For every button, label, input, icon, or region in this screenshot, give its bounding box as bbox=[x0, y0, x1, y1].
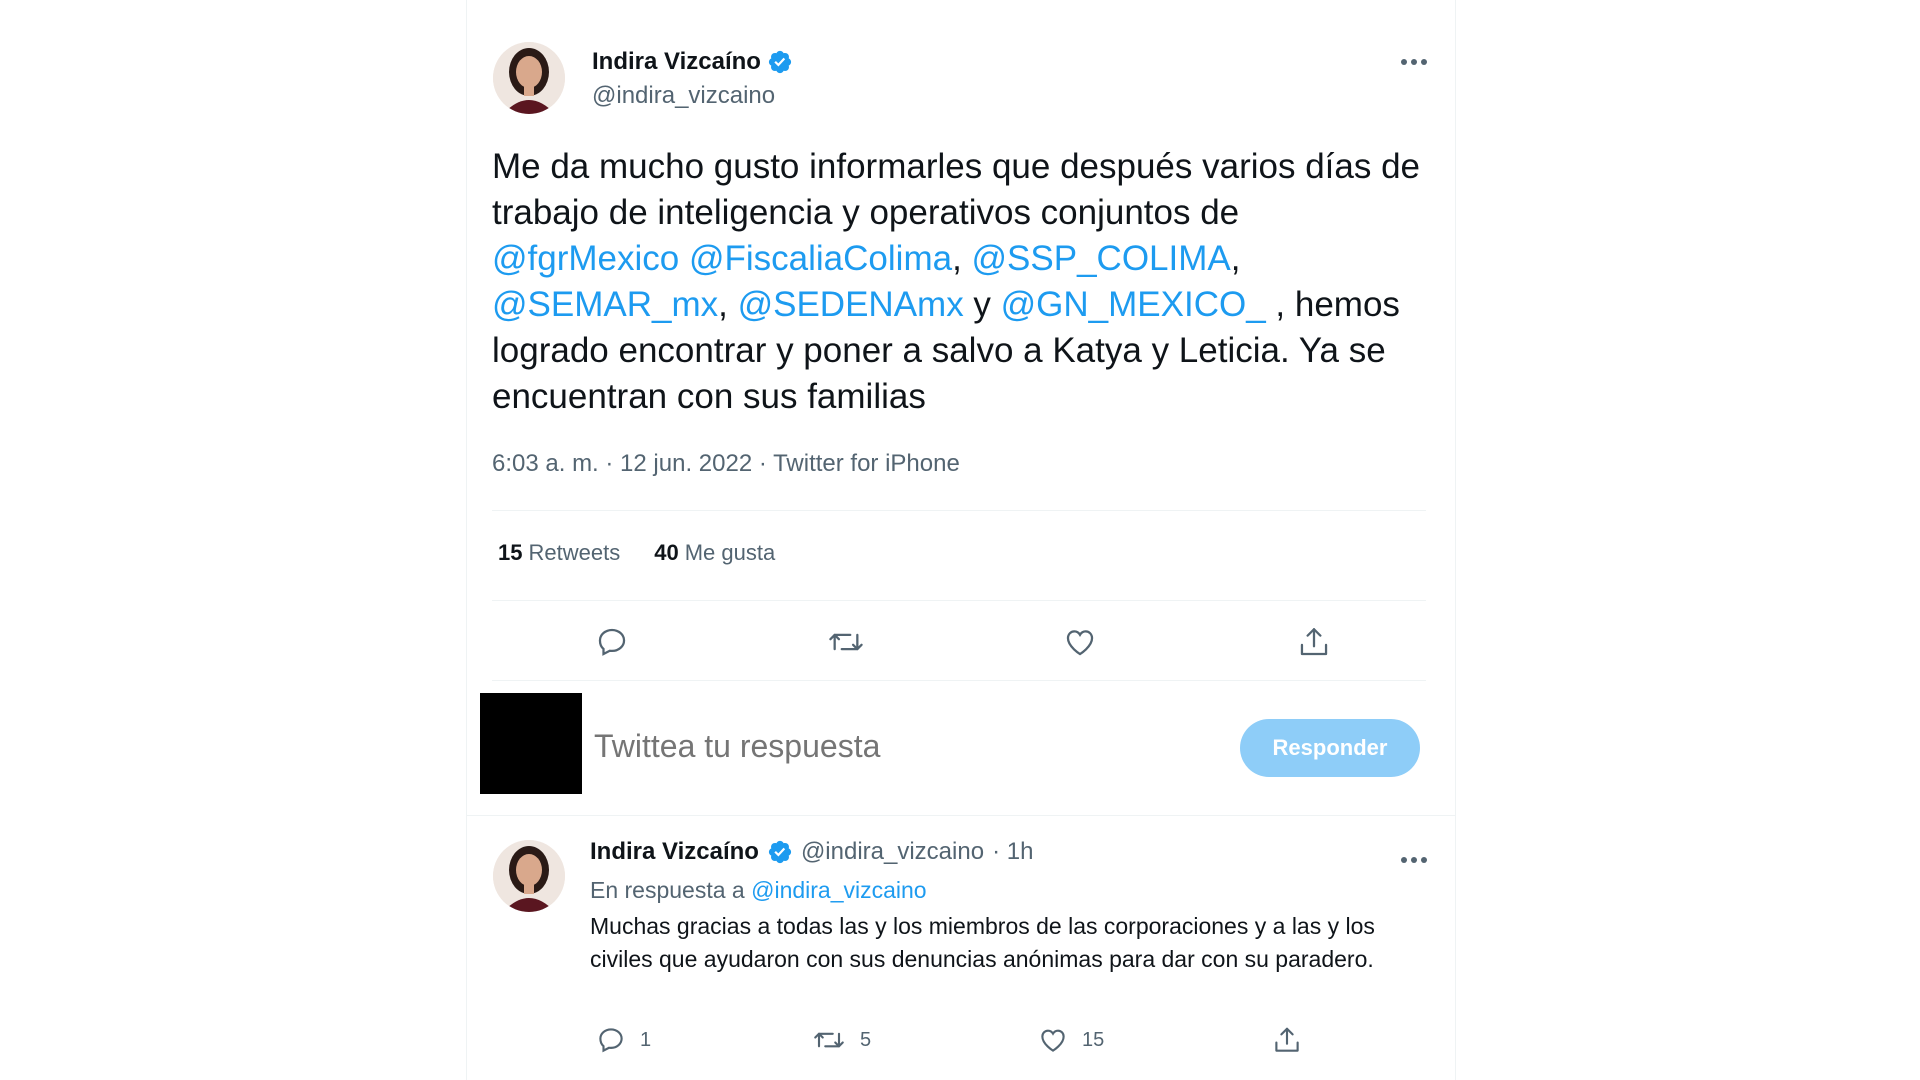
reply-reply-button[interactable]: 1 bbox=[596, 1025, 651, 1055]
tweet-text-segment: Me da mucho gusto informarles que despué… bbox=[492, 147, 1421, 232]
share-icon bbox=[1275, 1027, 1299, 1052]
tweet-text-segment: y bbox=[963, 285, 1001, 324]
user-avatar bbox=[480, 693, 582, 794]
mention-link[interactable]: @SEMAR_mx bbox=[492, 285, 718, 324]
mention-link[interactable]: @FiscaliaColima bbox=[689, 239, 952, 278]
reply-time[interactable]: · 1h bbox=[992, 838, 1033, 866]
like-button[interactable] bbox=[1058, 620, 1102, 664]
avatar-photo bbox=[493, 42, 565, 114]
avatar-photo bbox=[493, 840, 565, 912]
reply-author-handle[interactable]: @indira_vizcaino bbox=[801, 838, 984, 866]
retweets-count: 15 bbox=[498, 540, 523, 565]
reply-likes-count: 15 bbox=[1082, 1028, 1105, 1051]
reply-input[interactable] bbox=[594, 728, 1174, 765]
reply-author-name[interactable]: Indira Vizcaíno bbox=[590, 838, 759, 866]
retweets-label: Retweets bbox=[528, 540, 621, 565]
share-button[interactable] bbox=[1292, 620, 1336, 664]
reply-retweet-button[interactable]: 5 bbox=[812, 1025, 871, 1055]
in-reply-prefix: En respuesta a bbox=[590, 877, 752, 903]
reply-author-avatar[interactable] bbox=[493, 840, 565, 912]
retweets-stat[interactable]: 15 Retweets bbox=[498, 540, 620, 566]
author-avatar[interactable] bbox=[493, 42, 565, 114]
tweet-text-segment: , bbox=[952, 239, 972, 278]
author-name-text: Indira Vizcaíno bbox=[592, 48, 761, 75]
tweet-stats: 15 Retweets 40 Me gusta bbox=[498, 540, 775, 566]
retweet-button[interactable] bbox=[824, 620, 868, 664]
more-icon bbox=[1401, 59, 1427, 65]
reply-icon bbox=[599, 1028, 623, 1053]
reply-submit-button[interactable]: Responder bbox=[1240, 719, 1420, 777]
tweet-text-segment: , bbox=[1230, 239, 1241, 278]
more-options-button[interactable] bbox=[1394, 47, 1434, 77]
likes-count: 40 bbox=[654, 540, 679, 565]
verified-badge-icon bbox=[768, 840, 792, 864]
divider bbox=[466, 815, 1456, 816]
reply-replies-count: 1 bbox=[640, 1028, 652, 1051]
mention-link[interactable]: @GN_MEXICO_ bbox=[1001, 285, 1266, 324]
reply-retweets-count: 5 bbox=[860, 1028, 872, 1051]
author-handle[interactable]: @indira_vizcaino bbox=[592, 82, 775, 110]
in-reply-handle-link[interactable]: @indira_vizcaino bbox=[751, 877, 927, 903]
like-icon bbox=[1066, 630, 1094, 656]
divider bbox=[492, 680, 1426, 681]
like-icon bbox=[1041, 1029, 1065, 1052]
reply-like-button[interactable]: 15 bbox=[1038, 1025, 1104, 1055]
mention-link[interactable]: @fgrMexico bbox=[492, 239, 679, 278]
mention-link[interactable]: @SEDENAmx bbox=[738, 285, 964, 324]
reply-icon bbox=[598, 628, 626, 656]
likes-label: Me gusta bbox=[684, 540, 776, 565]
likes-stat[interactable]: 40 Me gusta bbox=[654, 540, 775, 566]
reply-button[interactable] bbox=[590, 620, 634, 664]
author-name[interactable]: Indira Vizcaíno bbox=[592, 48, 793, 76]
tweet-meta[interactable]: 6:03 a. m. · 12 jun. 2022 · Twitter for … bbox=[492, 450, 960, 478]
tweet-text-segment bbox=[679, 239, 689, 278]
reply-text: Muchas gracias a todas las y los miembro… bbox=[590, 913, 1375, 972]
retweet-icon bbox=[829, 633, 863, 651]
share-icon bbox=[1300, 628, 1328, 656]
divider bbox=[492, 600, 1426, 601]
verified-badge-icon bbox=[768, 50, 792, 74]
tweet-text: Me da mucho gusto informarles que despué… bbox=[492, 144, 1432, 420]
reply-share-button[interactable] bbox=[1272, 1025, 1302, 1055]
in-reply-to: En respuesta a @indira_vizcaino bbox=[590, 877, 927, 904]
more-icon bbox=[1401, 857, 1427, 863]
mention-link[interactable]: @SSP_COLIMA bbox=[972, 239, 1231, 278]
reply-more-options-button[interactable] bbox=[1394, 845, 1434, 875]
divider bbox=[492, 510, 1426, 511]
tweet-text-segment: , bbox=[718, 285, 738, 324]
retweet-icon bbox=[814, 1032, 844, 1048]
reply-header: Indira Vizcaíno @indira_vizcaino · 1h bbox=[590, 838, 1033, 866]
